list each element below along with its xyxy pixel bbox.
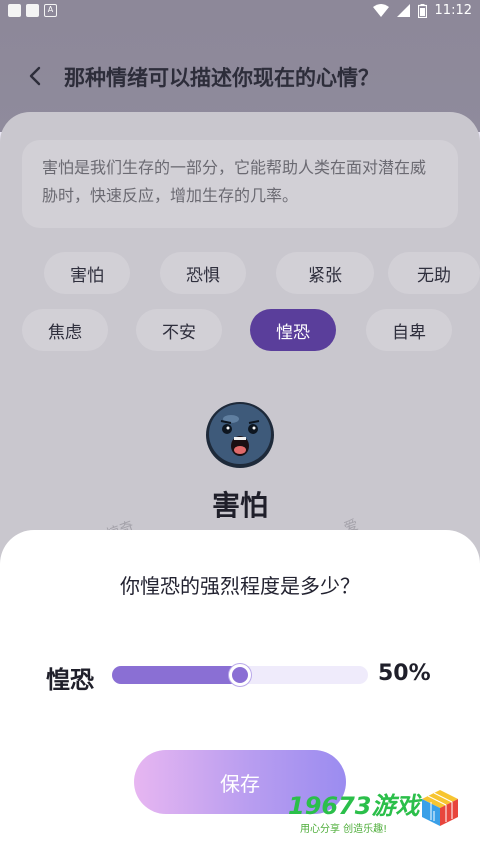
notification-square-icon <box>8 4 21 17</box>
slider-value: 50% <box>378 661 431 686</box>
wifi-icon <box>372 4 389 17</box>
status-bar-system: 11:12 <box>372 3 472 18</box>
status-time: 11:12 <box>434 3 472 18</box>
emotion-chip[interactable]: 害怕 <box>44 252 130 294</box>
intensity-question: 你惶恐的强烈程度是多少？ <box>120 574 360 598</box>
intensity-slider[interactable] <box>112 664 368 686</box>
page-title: 那种情绪可以描述你现在的心情？ <box>64 66 379 90</box>
current-emotion-name: 害怕 <box>211 489 268 522</box>
battery-icon <box>417 3 427 18</box>
back-icon[interactable] <box>26 64 46 88</box>
emotion-chip[interactable]: 紧张 <box>276 252 374 294</box>
emotion-chip[interactable]: 不安 <box>136 309 222 351</box>
slider-fill <box>112 666 240 684</box>
watermark-subtitle: 用心分享 创造乐趣! <box>300 824 388 835</box>
emotion-chip[interactable]: 焦虑 <box>22 309 108 351</box>
emotion-chip[interactable]: 恐惧 <box>160 252 246 294</box>
emotion-chip[interactable]: 无助 <box>388 252 480 294</box>
scared-mascot-icon <box>206 402 274 468</box>
rubik-cube-icon <box>422 790 458 826</box>
signal-icon <box>396 4 410 17</box>
emotion-description: 害怕是我们生存的一部分，它能帮助人类在面对潜在威胁时，快速反应，增加生存的几率。 <box>22 140 458 228</box>
emotion-intensity-screen: A 11:12 那种情绪可以描述你现在的心情？ 害怕是我们生存的一部分，它能帮助… <box>0 0 480 853</box>
watermark: 19673游戏 用心分享 创造乐趣! <box>288 786 474 840</box>
slider-label: 惶恐 <box>46 666 94 694</box>
status-bar-notifications: A <box>8 4 57 17</box>
watermark-title: 19673游戏 <box>288 792 420 820</box>
status-bar: A 11:12 <box>0 0 480 22</box>
emotion-chip-selected[interactable]: 惶恐 <box>250 309 336 351</box>
emotion-chip[interactable]: 自卑 <box>366 309 452 351</box>
notification-square-icon <box>26 4 39 17</box>
slider-thumb[interactable] <box>229 664 251 686</box>
a-notification-icon: A <box>44 4 57 17</box>
